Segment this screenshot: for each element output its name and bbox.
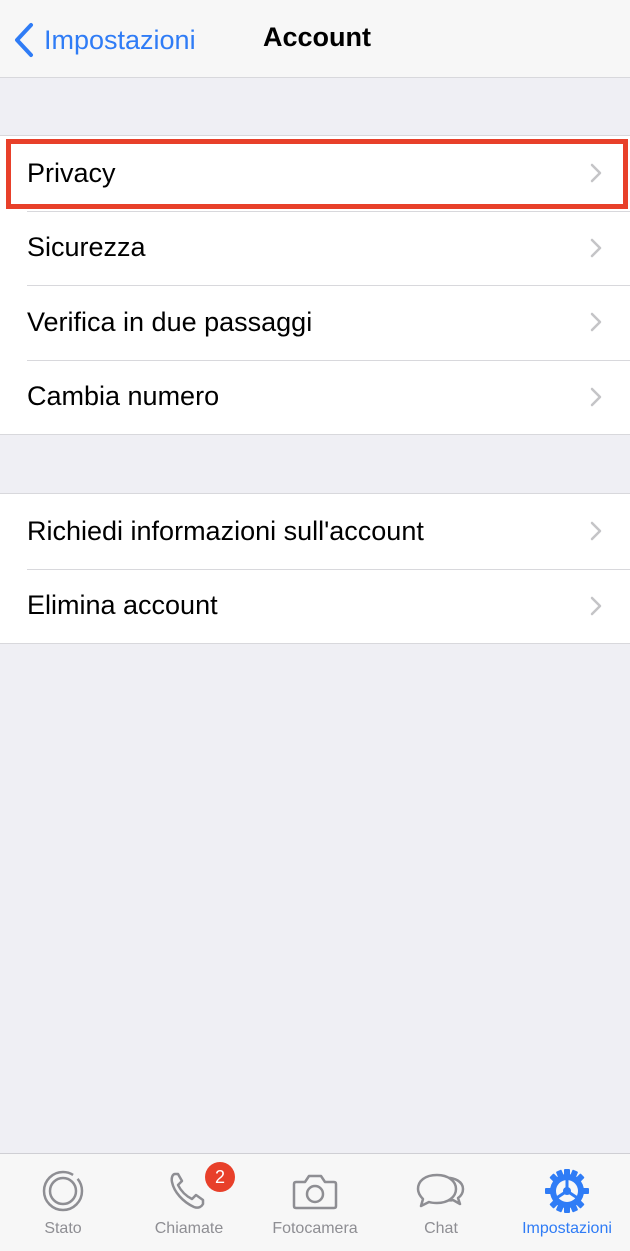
row-label: Verifica in due passaggi [27, 306, 313, 337]
notification-badge: 2 [205, 1162, 235, 1192]
row-security[interactable]: Sicurezza [0, 210, 630, 286]
tab-label: Chat [424, 1220, 458, 1237]
row-request-account-info[interactable]: Richiedi informazioni sull'account [0, 494, 630, 569]
account-data-group: Richiedi informazioni sull'account Elimi… [0, 493, 630, 644]
tab-label: Fotocamera [272, 1220, 358, 1237]
tab-status[interactable]: Stato [0, 1162, 126, 1248]
tab-label: Stato [44, 1220, 82, 1237]
row-label: Richiedi informazioni sull'account [27, 515, 424, 546]
tab-camera[interactable]: Fotocamera [252, 1162, 378, 1248]
tab-settings[interactable]: Impostazioni [504, 1162, 630, 1248]
tab-label: Chiamate [154, 1220, 224, 1237]
tab-chat[interactable]: Chat [378, 1162, 504, 1248]
page-title: Account [263, 22, 371, 52]
chevron-right-icon [590, 596, 602, 615]
row-privacy[interactable]: Privacy [0, 136, 630, 211]
gear-icon [545, 1169, 589, 1213]
row-label: Elimina account [27, 590, 218, 621]
tab-bar: Stato 2 Chiamate Fotocamera Chat Imposta… [0, 1153, 630, 1251]
chevron-right-icon [590, 313, 602, 332]
chevron-right-icon [590, 238, 602, 257]
chat-icon [416, 1173, 465, 1208]
row-change-number[interactable]: Cambia numero [0, 359, 630, 435]
camera-icon [292, 1174, 338, 1210]
chevron-right-icon [590, 387, 602, 406]
row-two-step-verification[interactable]: Verifica in due passaggi [0, 285, 630, 360]
row-delete-account[interactable]: Elimina account [0, 568, 630, 644]
account-screen: Impostazioni Account Privacy Sicurezza V… [0, 0, 630, 1251]
row-label: Cambia numero [27, 381, 220, 412]
row-label: Privacy [27, 157, 116, 188]
chevron-right-icon [590, 164, 602, 183]
tab-label: Impostazioni [522, 1220, 612, 1237]
account-settings-group: Privacy Sicurezza Verifica in due passag… [0, 135, 630, 435]
tab-calls[interactable]: 2 Chiamate [126, 1162, 252, 1248]
row-label: Sicurezza [27, 232, 146, 263]
status-icon [42, 1170, 84, 1212]
navigation-bar: Impostazioni Account [0, 0, 630, 78]
chevron-right-icon [590, 522, 602, 541]
